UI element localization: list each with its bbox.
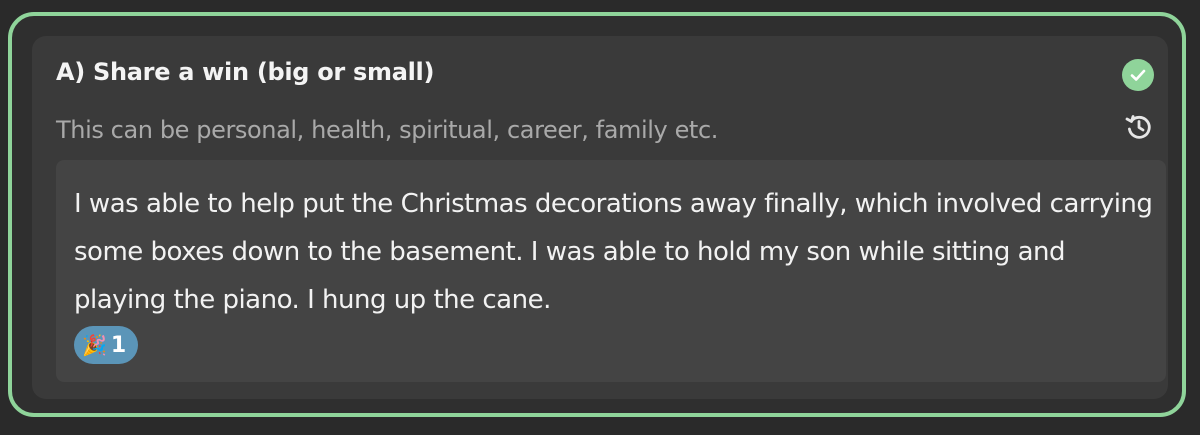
reaction-count: 1	[110, 332, 127, 358]
question-title: A) Share a win (big or small)	[56, 58, 435, 86]
question-card: A) Share a win (big or small) This can b…	[32, 36, 1168, 399]
question-subtitle: This can be personal, health, spiritual,…	[56, 116, 718, 144]
history-icon[interactable]	[1122, 110, 1156, 144]
answer-text: I was able to help put the Christmas dec…	[74, 189, 1153, 315]
question-card-frame: A) Share a win (big or small) This can b…	[8, 12, 1186, 417]
reaction-pill[interactable]: 🎉 1	[74, 326, 139, 364]
answer-box: I was able to help put the Christmas dec…	[56, 160, 1166, 382]
completed-check-icon	[1122, 59, 1154, 91]
party-popper-icon: 🎉	[82, 333, 107, 357]
